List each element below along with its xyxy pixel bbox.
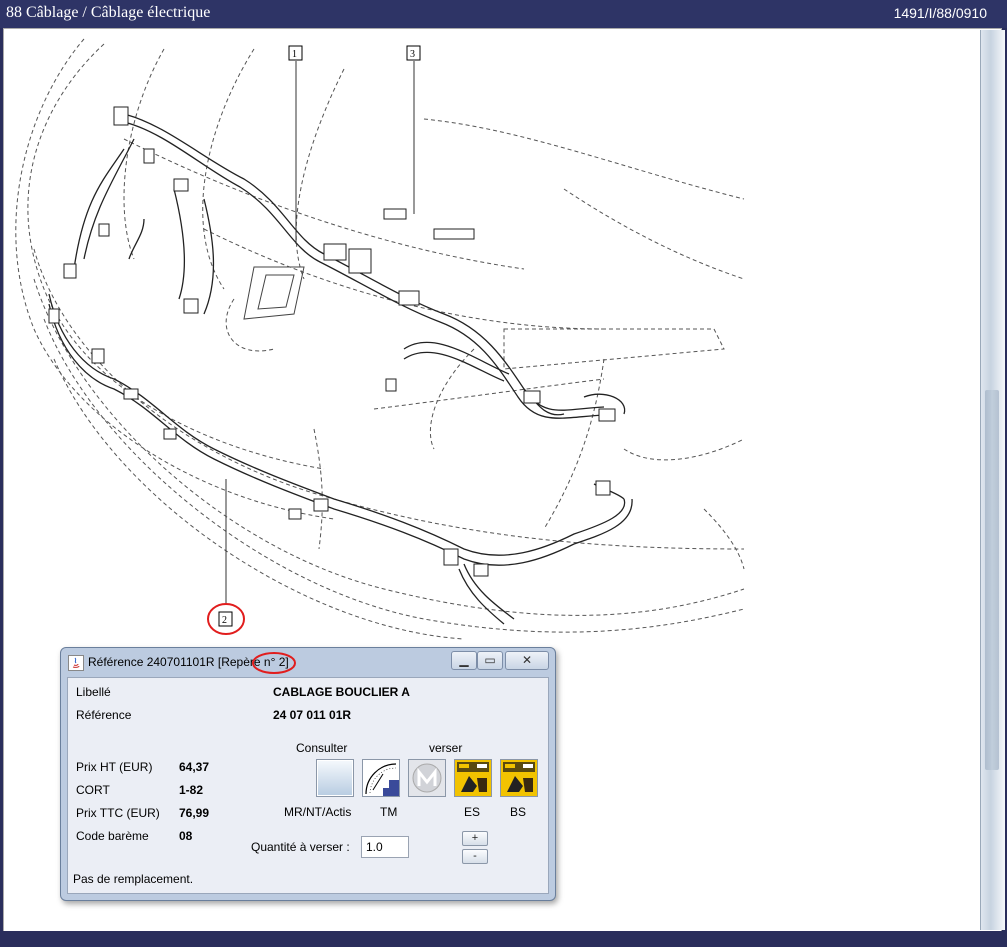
quantity-input[interactable]: 1.0	[361, 836, 409, 858]
reference-value: 24 07 011 01R	[273, 708, 352, 722]
cort-label: CORT	[76, 783, 110, 797]
replacement-status: Pas de remplacement.	[73, 872, 194, 886]
prix-ht-label: Prix HT (EUR)	[76, 760, 153, 774]
es-button[interactable]	[454, 759, 492, 797]
callout-1[interactable]: 1	[292, 49, 297, 60]
window-title-bar: 88 Câblage / Câblage électrique 1491/I/8…	[0, 0, 1007, 28]
tm-button[interactable]	[362, 759, 400, 797]
bs-icon	[501, 760, 537, 796]
maximize-icon: ▭	[484, 653, 496, 667]
consulter-label: Consulter	[296, 741, 348, 755]
es-label: ES	[464, 805, 481, 819]
bottom-bar	[0, 931, 1007, 947]
quantity-plus-button[interactable]: +	[462, 831, 488, 846]
verser-label: verser	[429, 741, 463, 755]
prix-ttc-value: 76,99	[179, 806, 210, 820]
reference-label: Référence	[76, 708, 132, 722]
repere-highlight	[252, 652, 296, 674]
close-button[interactable]: ✕	[505, 651, 549, 670]
libelle-label: Libellé	[76, 685, 111, 699]
document-reference: 1491/I/88/0910	[893, 5, 987, 21]
quantity-minus-button[interactable]: -	[462, 849, 488, 864]
libelle-value: CABLAGE BOUCLIER A	[273, 685, 410, 699]
dialog-title-bar[interactable]: Référence 240701101R [Repère n° 2] ▁ ▭ ✕	[61, 648, 555, 676]
mr-nt-actis-button[interactable]	[316, 759, 354, 797]
bs-label: BS	[510, 805, 527, 819]
java-icon	[68, 655, 84, 671]
tm-label: TM	[380, 805, 398, 819]
es-icon	[455, 760, 491, 796]
callout-3[interactable]: 3	[410, 49, 415, 60]
disabled-logo-icon	[412, 763, 442, 793]
cort-value: 1-82	[179, 783, 204, 797]
code-bareme-value: 08	[179, 829, 193, 843]
disabled-logo-button[interactable]	[408, 759, 446, 797]
code-bareme-label: Code barème	[76, 829, 149, 843]
vertical-scrollbar[interactable]	[980, 30, 1005, 930]
callout-2[interactable]: 2	[222, 615, 227, 626]
window-title: 88 Câblage / Câblage électrique	[6, 4, 211, 21]
gauge-icon	[363, 760, 399, 796]
dialog-body: Libellé CABLAGE BOUCLIER A Référence 24 …	[67, 677, 549, 894]
mr-nt-actis-icon	[318, 761, 352, 795]
close-icon: ✕	[521, 653, 533, 667]
maximize-button[interactable]: ▭	[477, 651, 503, 670]
scrollbar-thumb[interactable]	[985, 390, 999, 770]
quantity-label: Quantité à verser :	[251, 840, 350, 854]
minimize-button[interactable]: ▁	[451, 651, 477, 670]
mr-nt-actis-label: MR/NT/Actis	[284, 805, 352, 819]
minimize-icon: ▁	[459, 653, 469, 667]
prix-ht-value: 64,37	[179, 760, 210, 774]
prix-ttc-label: Prix TTC (EUR)	[76, 806, 160, 820]
reference-dialog[interactable]: Référence 240701101R [Repère n° 2] ▁ ▭ ✕…	[60, 647, 556, 901]
bs-button[interactable]	[500, 759, 538, 797]
